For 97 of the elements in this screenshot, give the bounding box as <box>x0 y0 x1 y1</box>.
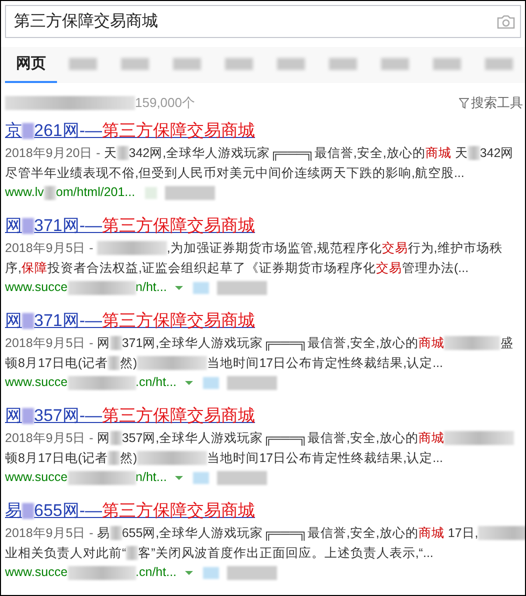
redaction-blur <box>22 123 34 139</box>
redaction-blur <box>68 280 136 294</box>
snippet-text: 尽管半年业绩表现不俗,但受到人民币对美元中间价连续两天下跌的影响,航空股... <box>5 164 464 182</box>
redaction-blur <box>202 376 219 388</box>
filter-icon <box>459 98 469 108</box>
snippet-text: 顿8月17日电(记者 <box>5 354 108 372</box>
result-title-link[interactable]: 网 371网-—第三方保障交易商城 <box>5 214 525 238</box>
snippet-text: 天 <box>104 144 117 162</box>
snippet-text: 商城 <box>425 144 452 162</box>
redaction-blur <box>192 282 209 294</box>
redaction-blur <box>22 218 34 234</box>
snippet-text: 342网 <box>480 144 514 162</box>
snippet-text: 天 <box>454 144 468 162</box>
result-url: n/ht... <box>136 469 167 486</box>
result-count: 159,000个 <box>135 94 195 112</box>
snippet-text: 业相关负责人对此前“ <box>5 544 126 562</box>
dropdown-arrow-icon[interactable] <box>174 476 183 480</box>
snippet-text: 盛 <box>500 334 514 352</box>
result-url: .cn/ht... <box>136 564 177 582</box>
tab[interactable]: 网页 <box>5 47 57 83</box>
redaction-blur <box>216 470 267 484</box>
snippet-text: 序, <box>5 260 22 277</box>
redaction-blur <box>110 526 122 540</box>
snippet-text: 网 <box>96 430 110 447</box>
redaction-blur <box>108 451 120 465</box>
redaction-blur <box>110 336 122 350</box>
snippet-text: 易 <box>96 524 110 542</box>
redaction-blur <box>110 431 122 445</box>
snippet-text: 交易 <box>376 260 402 277</box>
result-date: 2018年9月20日 - <box>5 144 102 162</box>
snippet-text: 655网,全球华人游戏玩家╔═══╗最信誉,安全,放心的 <box>122 524 418 542</box>
snippet-text: 商城 <box>418 334 444 352</box>
result-title-link[interactable]: 易 655网-—第三方保障交易商城 <box>5 499 525 523</box>
result-url: www.succe <box>5 469 68 486</box>
redaction-blur <box>126 546 138 560</box>
result-url: om/html/201... <box>56 184 136 202</box>
dropdown-arrow-icon[interactable] <box>184 570 193 574</box>
result-title-link[interactable]: 网 357网-—第三方保障交易商城 <box>5 404 525 428</box>
snippet-text: 342网,全球华人游戏玩家╔═══╗最信誉,安全,放心的 <box>128 144 426 162</box>
snippet-text: 保障 <box>21 260 48 277</box>
redaction-blur <box>165 186 216 200</box>
snippet-text: 顿8月17日电(记者 <box>5 450 108 467</box>
snippet-text: 然) <box>120 450 138 467</box>
camera-icon[interactable] <box>496 14 516 30</box>
dropdown-arrow-icon[interactable] <box>174 286 183 290</box>
snippet-text: 行为,维护市场秩 <box>408 240 502 257</box>
search-tools-button[interactable]: 搜索工具 <box>459 93 523 113</box>
redaction-blur <box>226 566 277 580</box>
redaction-blur <box>444 431 514 445</box>
search-field[interactable]: 第三方保障交易商城 <box>5 5 521 38</box>
redaction-blur <box>22 313 34 329</box>
snippet-text: 357网,全球华人游戏玩家╔═══╗最信誉,安全,放心的 <box>122 430 418 448</box>
dropdown-arrow-icon[interactable] <box>184 380 193 384</box>
snippet-text: 管理办法(... <box>402 260 469 277</box>
result-url: .cn/ht... <box>136 374 177 392</box>
redaction-blur <box>216 280 267 294</box>
result-url: n/ht... <box>136 279 167 296</box>
redaction-blur <box>108 356 120 370</box>
snippet-text: 当地时间17日公布肯定性终裁结果,认定... <box>207 354 443 372</box>
redaction-blur <box>68 566 136 580</box>
snippet-text: 交易 <box>382 240 408 257</box>
snippet-text: 371网,全球华人游戏玩家╔═══╗最信誉,安全,放心的 <box>122 334 418 352</box>
snippet-text: 网 <box>96 334 110 352</box>
redaction-blur <box>444 336 500 350</box>
result-date: 2018年9月5日 - <box>5 334 94 352</box>
redaction-blur <box>202 566 219 578</box>
snippet-text: 客”关闭风波首度作出正面回应。上述负责人表示,“... <box>138 544 434 562</box>
redaction-blur <box>68 376 136 390</box>
result-title-link[interactable]: 网 371网-—第三方保障交易商城 <box>5 309 525 333</box>
redaction-blur <box>22 503 34 519</box>
search-query: 第三方保障交易商城 <box>14 12 159 32</box>
snippet-text: 当地时间17日公布肯定性终裁结果,认定... <box>207 450 443 467</box>
result-date: 2018年9月5日 - <box>5 524 94 542</box>
redaction-blur <box>137 451 208 465</box>
redaction-blur <box>116 146 129 160</box>
snippet-text: 17日, <box>446 524 478 542</box>
snippet-text: 然) <box>120 354 138 372</box>
result-url: www.lv <box>5 184 44 202</box>
result-date: 2018年9月5日 - <box>5 430 94 447</box>
redaction-blur <box>68 470 136 484</box>
snippet-text: ,为加强证券期货市场监管,规范程序化 <box>166 240 382 257</box>
redaction-blur <box>44 186 56 200</box>
snippet-text: 商城 <box>418 430 444 447</box>
result-date: 2018年9月5日 - <box>5 240 94 257</box>
result-url: www.succe <box>5 374 68 392</box>
redaction-blur <box>96 241 167 255</box>
snippet-text: 投资者合法权益,证监会组织起草了《证券期货市场程序化 <box>47 260 376 277</box>
redaction-blur <box>137 356 208 370</box>
redaction-blur <box>145 186 158 198</box>
result-url: www.succe <box>5 279 68 296</box>
redaction-blur <box>192 472 209 484</box>
redaction-blur <box>468 146 480 160</box>
result-title-link[interactable]: 京 261网-—第三方保障交易商城 <box>5 119 525 143</box>
result-url: www.succe <box>5 564 68 582</box>
snippet-text: 商城 <box>418 524 444 542</box>
redaction-blur <box>22 408 34 424</box>
redaction-blur <box>226 376 277 390</box>
